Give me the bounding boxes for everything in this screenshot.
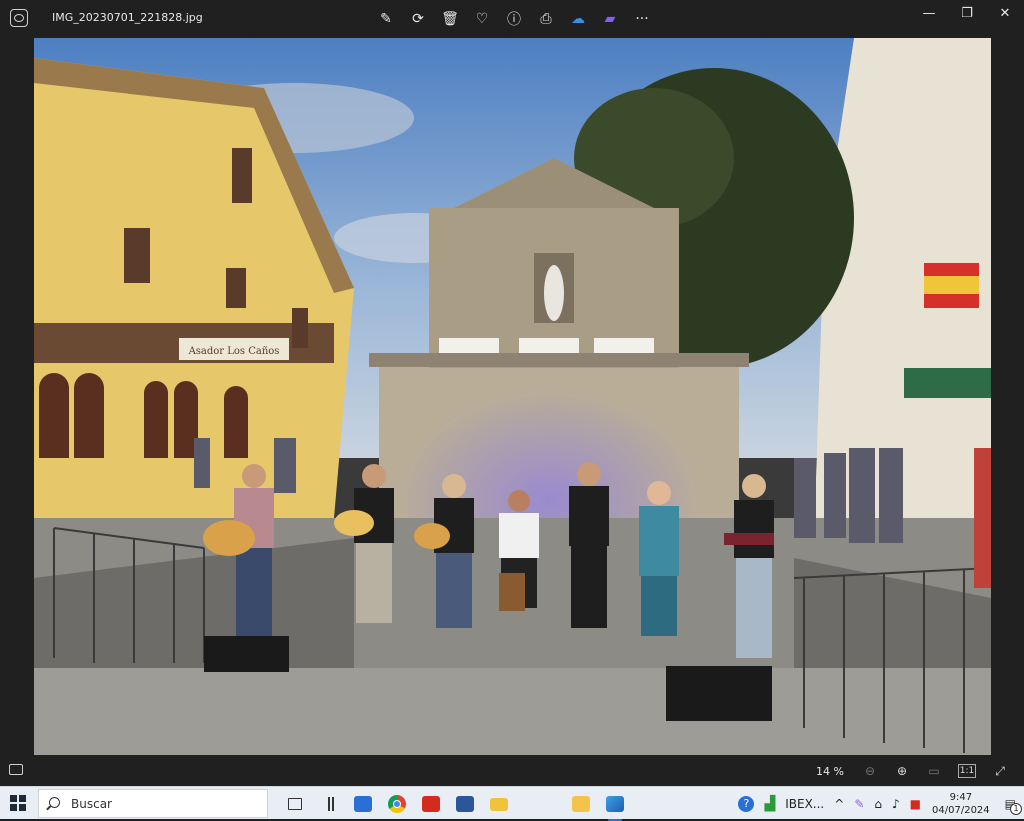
start-icon-pane xyxy=(10,795,17,802)
show-hidden-icons[interactable]: ^ xyxy=(834,797,844,811)
restaurant-sign-text: Asador Los Caños xyxy=(188,346,280,357)
chrome-icon[interactable] xyxy=(380,791,414,817)
file-explorer-icon[interactable] xyxy=(482,791,516,817)
window-controls: — ❐ ✕ xyxy=(910,0,1024,26)
title-bar: IMG_20230701_221828.jpg ✎ ⟳ 🗑 ♡ ⓘ ⎙ ☁ ▰ … xyxy=(0,0,1024,38)
spacer-gap xyxy=(516,791,564,817)
fit-to-window-icon[interactable]: ▭ xyxy=(918,760,950,782)
widgets-icon[interactable] xyxy=(312,791,346,817)
start-button[interactable] xyxy=(10,795,26,811)
help-icon[interactable]: ? xyxy=(738,795,755,812)
task-view-icon[interactable] xyxy=(278,791,312,817)
photos-app-icon xyxy=(10,9,28,27)
mail-app-icon[interactable] xyxy=(564,791,598,817)
more-options-icon[interactable]: ··· xyxy=(626,8,658,30)
zoom-out-icon[interactable]: ⊖ xyxy=(854,760,886,782)
speaker-left xyxy=(204,636,289,672)
app-tray-icon[interactable]: ■ xyxy=(910,797,921,811)
close-button[interactable]: ✕ xyxy=(986,0,1024,26)
start-icon-pane xyxy=(19,795,26,802)
actual-size-icon[interactable]: 1:1 xyxy=(958,764,976,778)
clock-date: 04/07/2024 xyxy=(932,804,990,816)
photo-content: Asador Los Caños xyxy=(34,38,991,755)
start-icon-pane xyxy=(10,804,17,811)
zoom-in-icon[interactable]: ⊕ xyxy=(886,760,918,782)
volume-icon[interactable]: ♪ xyxy=(892,797,900,811)
window-title: IMG_20230701_221828.jpg xyxy=(52,11,203,24)
statue xyxy=(544,265,564,321)
photo-toolbar: ✎ ⟳ 🗑 ♡ ⓘ ⎙ ☁ ▰ ··· xyxy=(370,8,658,30)
favorite-icon[interactable]: ♡ xyxy=(466,8,498,30)
store-icon[interactable] xyxy=(346,791,380,817)
clipchamp-icon[interactable]: ▰ xyxy=(594,8,626,30)
photos-taskbar-icon[interactable] xyxy=(598,791,632,821)
start-icon-pane xyxy=(19,804,26,811)
notification-count: 1 xyxy=(1010,802,1022,815)
print-icon[interactable]: ⎙ xyxy=(530,8,562,30)
edit-icon[interactable]: ✎ xyxy=(370,8,402,30)
speaker-right xyxy=(666,666,772,721)
notifications-icon[interactable]: ▤ 1 xyxy=(1005,797,1022,815)
zoom-level: 14 % xyxy=(816,764,844,778)
word-icon[interactable] xyxy=(448,791,482,817)
acrobat-icon[interactable] xyxy=(414,791,448,817)
search-icon xyxy=(49,797,60,808)
bottom-bar: 14 % ⊖ ⊕ ▭ 1:1 ⤢ xyxy=(0,756,1024,786)
clock[interactable]: 9:47 04/07/2024 xyxy=(932,791,990,817)
network-icon[interactable]: ⌂ xyxy=(874,797,882,811)
taskbar-apps xyxy=(278,791,632,821)
pen-icon[interactable]: ✎ xyxy=(854,797,864,811)
photo-image[interactable]: Asador Los Caños xyxy=(34,38,991,755)
stock-chart-icon[interactable]: ▟ xyxy=(764,796,775,812)
maximize-button[interactable]: ❐ xyxy=(948,0,986,26)
stock-ticker[interactable]: IBEX... xyxy=(785,797,824,811)
zoom-controls: 14 % ⊖ ⊕ ▭ 1:1 ⤢ xyxy=(816,760,1016,782)
taskbar: Buscar ? ▟ IBEX... ^ ✎ ⌂ ♪ ■ 9:47 04/07/… xyxy=(0,786,1024,821)
delete-icon[interactable]: 🗑 xyxy=(434,8,466,30)
minimize-button[interactable]: — xyxy=(910,0,948,26)
system-tray: ? ▟ IBEX... ^ ✎ ⌂ ♪ ■ 9:47 04/07/2024 ▤ 1 xyxy=(733,787,1024,820)
taskbar-search[interactable]: Buscar xyxy=(38,789,268,818)
search-input[interactable]: Buscar xyxy=(71,797,112,811)
onedrive-icon[interactable]: ☁ xyxy=(562,8,594,30)
filmstrip-icon[interactable] xyxy=(9,764,23,775)
fullscreen-icon[interactable]: ⤢ xyxy=(984,760,1016,782)
info-icon[interactable]: ⓘ xyxy=(498,8,530,30)
rotate-icon[interactable]: ⟳ xyxy=(402,8,434,30)
clock-time: 9:47 xyxy=(949,791,973,803)
